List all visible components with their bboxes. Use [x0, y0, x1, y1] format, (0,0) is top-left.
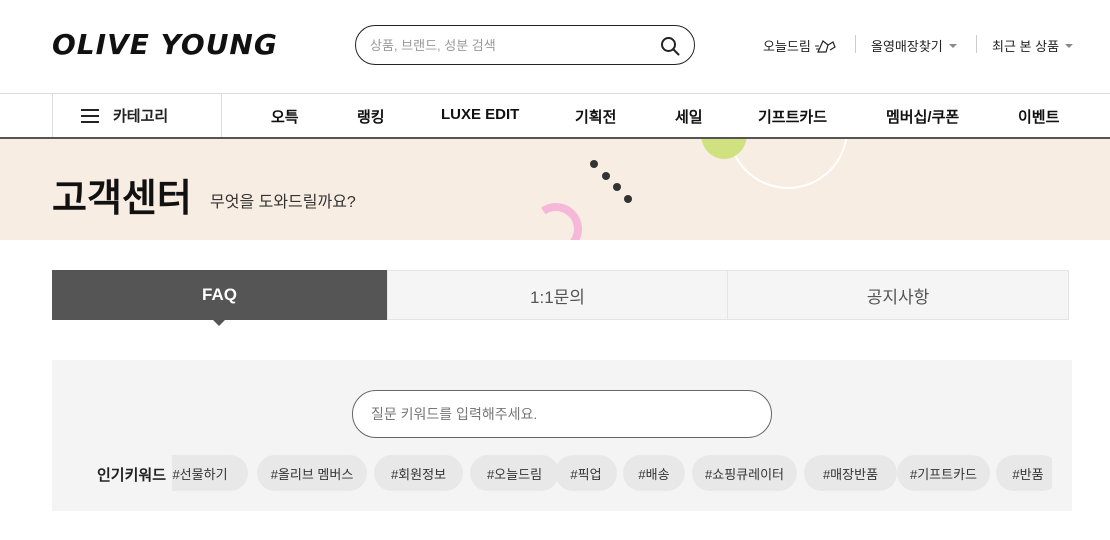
today-dream-link[interactable]: 오늘드림 [763, 36, 837, 55]
keyword-chip[interactable]: #올리브 멤버스 [257, 455, 367, 491]
today-dream-label: 오늘드림 [763, 39, 811, 54]
site-header: OLIVE YOUNG 오늘드림 올영매장찾기 최근 본 상품 [0, 0, 1110, 94]
search-input[interactable] [370, 26, 650, 64]
nav-item-membership[interactable]: 멤버십/쿠폰 [886, 106, 959, 127]
store-finder-link[interactable]: 올영매장찾기 [871, 36, 957, 55]
decorative-ring [728, 139, 848, 189]
decorative-dot [613, 183, 621, 191]
keyword-chip[interactable]: #배송 [623, 455, 685, 491]
faq-search-bar[interactable] [352, 390, 772, 438]
nav-item-exhibition[interactable]: 기획전 [575, 106, 616, 127]
delivery-icon [814, 39, 836, 53]
active-tab-indicator [213, 320, 225, 326]
nav-item-luxe-edit[interactable]: LUXE EDIT [441, 106, 519, 123]
page-title: 고객센터 [52, 178, 192, 220]
decorative-dot [624, 195, 632, 203]
nav-item-ranking[interactable]: 랭킹 [357, 106, 385, 127]
hamburger-icon [81, 108, 99, 123]
tab-notice[interactable]: 공지사항 [727, 270, 1069, 320]
nav-item-event[interactable]: 이벤트 [1018, 106, 1059, 127]
store-finder-label: 올영매장찾기 [871, 39, 943, 54]
logo[interactable]: OLIVE YOUNG [52, 28, 278, 61]
search-bar[interactable] [355, 25, 695, 65]
faq-search-panel: 인기키워드 #선물하기 #올리브 멤버스 #회원정보 #오늘드림 #픽업 #배송… [52, 360, 1072, 511]
faq-search-input[interactable] [371, 391, 751, 437]
divider [855, 35, 856, 53]
support-tabs: FAQ 1:1문의 공지사항 [52, 270, 1069, 320]
nav-item-special[interactable]: 오특 [271, 106, 299, 127]
keyword-chip[interactable]: #기프트카드 [897, 455, 990, 491]
divider [976, 35, 977, 53]
chevron-down-icon [948, 43, 957, 48]
decorative-dot [602, 172, 610, 180]
decorative-dot [590, 160, 598, 168]
recent-products-link[interactable]: 최근 본 상품 [992, 36, 1074, 55]
search-icon[interactable] [660, 36, 680, 56]
keyword-chip[interactable]: #매장반품 [804, 455, 897, 491]
page-subtitle: 무엇을 도와드릴까요? [210, 194, 356, 211]
keyword-chip[interactable]: #선물하기 [172, 455, 248, 491]
popular-keywords-list: #선물하기 #올리브 멤버스 #회원정보 #오늘드림 #픽업 #배송 #쇼핑큐레… [172, 455, 1052, 491]
keyword-chip[interactable]: #픽업 [555, 455, 617, 491]
main-nav: 카테고리 오특 랭킹 LUXE EDIT 기획전 세일 기프트카드 멤버십/쿠폰… [0, 94, 1110, 139]
tab-inquiry[interactable]: 1:1문의 [387, 270, 728, 320]
tab-faq[interactable]: FAQ [52, 270, 387, 320]
keyword-chip[interactable]: #반품 [996, 455, 1052, 491]
recent-products-label: 최근 본 상품 [992, 39, 1060, 54]
category-label: 카테고리 [113, 108, 169, 125]
decorative-arc [525, 198, 587, 240]
chevron-down-icon [1065, 43, 1074, 48]
keyword-chip[interactable]: #쇼핑큐레이터 [692, 455, 797, 491]
category-menu-button[interactable]: 카테고리 [52, 94, 222, 137]
popular-keywords-label: 인기키워드 [97, 467, 167, 484]
keyword-chip[interactable]: #회원정보 [374, 455, 463, 491]
keyword-chip[interactable]: #오늘드림 [470, 455, 559, 491]
customer-center-banner: 고객센터 무엇을 도와드릴까요? [0, 139, 1110, 240]
nav-item-giftcard[interactable]: 기프트카드 [758, 106, 827, 127]
nav-item-sale[interactable]: 세일 [675, 106, 703, 127]
